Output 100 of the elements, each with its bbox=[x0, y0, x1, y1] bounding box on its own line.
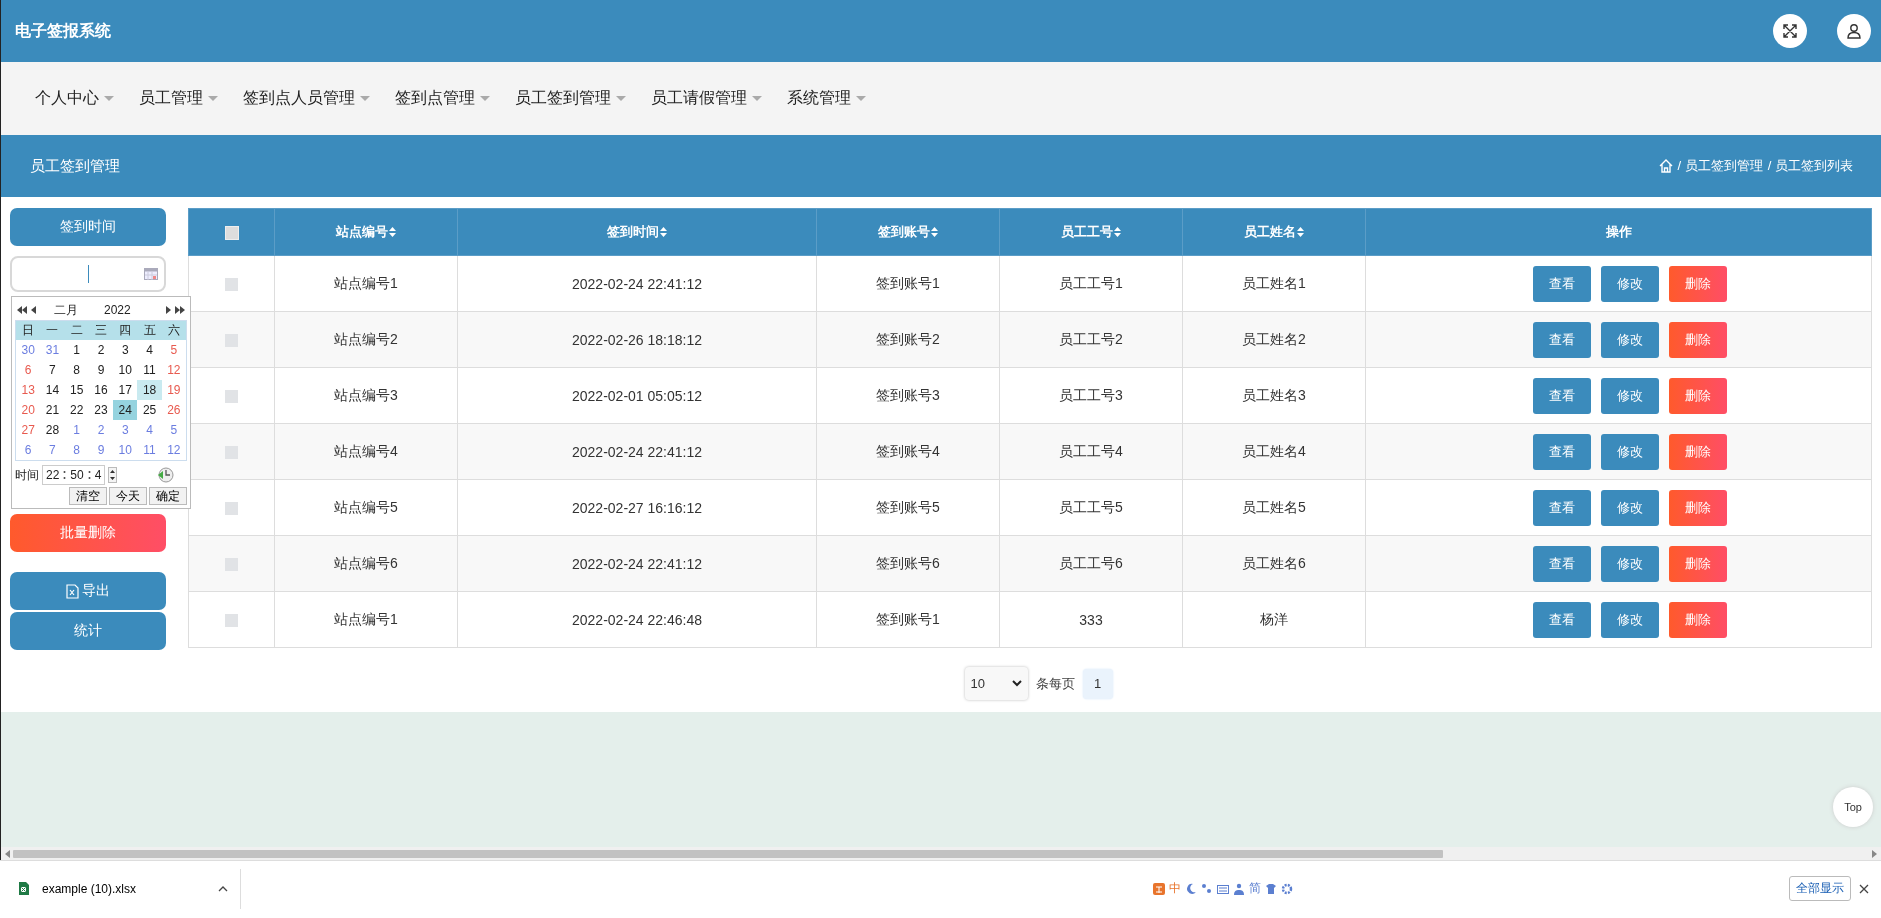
edit-button[interactable]: 修改 bbox=[1600, 601, 1659, 638]
calendar-day[interactable]: 2 bbox=[88, 420, 114, 440]
home-icon[interactable] bbox=[1658, 159, 1673, 173]
nav-menu-item[interactable]: 员工请假管理 bbox=[651, 84, 762, 113]
calendar-day[interactable]: 21 bbox=[40, 400, 65, 420]
input-method-logo-icon[interactable] bbox=[1153, 882, 1165, 895]
edit-button[interactable]: 修改 bbox=[1600, 321, 1659, 358]
column-header[interactable]: 签到账号 bbox=[878, 223, 938, 241]
calendar-day[interactable]: 14 bbox=[40, 380, 65, 400]
downloaded-file-item[interactable]: example (10).xlsx bbox=[18, 875, 218, 902]
user-button[interactable] bbox=[1837, 14, 1871, 48]
calendar-day[interactable]: 31 bbox=[40, 340, 65, 360]
time-input-field[interactable]: 22 50 4 bbox=[42, 465, 106, 485]
nav-menu-item[interactable]: 员工签到管理 bbox=[515, 84, 626, 113]
confirm-button[interactable]: 确定 bbox=[149, 487, 187, 505]
keyboard-icon[interactable] bbox=[1217, 882, 1229, 895]
scroll-left-icon[interactable] bbox=[5, 849, 10, 858]
calendar-day[interactable]: 25 bbox=[137, 400, 162, 420]
calendar-day[interactable]: 7 bbox=[40, 440, 65, 460]
delete-button[interactable]: 删除 bbox=[1668, 321, 1727, 358]
calendar-day[interactable]: 24 bbox=[113, 400, 138, 420]
fullscreen-button[interactable] bbox=[1773, 14, 1807, 48]
page-size-select[interactable]: 10 bbox=[964, 667, 1028, 700]
scroll-right-icon[interactable] bbox=[1872, 849, 1877, 858]
calendar-day[interactable]: 28 bbox=[40, 420, 65, 440]
nav-menu-item[interactable]: 签到点管理 bbox=[395, 84, 490, 113]
calendar-day[interactable]: 16 bbox=[88, 380, 114, 400]
calendar-day[interactable]: 3 bbox=[113, 420, 138, 440]
filter-label-button[interactable]: 签到时间 bbox=[10, 208, 166, 246]
calendar-day[interactable]: 4 bbox=[137, 340, 162, 360]
edit-button[interactable]: 修改 bbox=[1600, 433, 1659, 470]
calendar-day[interactable]: 3 bbox=[113, 340, 138, 360]
previous-year-button[interactable] bbox=[15, 306, 29, 314]
calendar-day[interactable]: 6 bbox=[16, 360, 41, 380]
calendar-day[interactable]: 1 bbox=[64, 340, 89, 360]
calendar-day[interactable]: 12 bbox=[161, 360, 186, 380]
edit-button[interactable]: 修改 bbox=[1600, 265, 1659, 302]
calendar-day[interactable]: 27 bbox=[16, 420, 41, 440]
clear-button[interactable]: 清空 bbox=[69, 487, 107, 505]
calendar-day[interactable]: 2 bbox=[88, 340, 114, 360]
edit-button[interactable]: 修改 bbox=[1600, 489, 1659, 526]
calendar-day[interactable]: 23 bbox=[88, 400, 114, 420]
show-all-button[interactable]: 全部显示 bbox=[1789, 876, 1851, 901]
month-label[interactable]: 二月 bbox=[54, 301, 78, 319]
column-header[interactable]: 员工姓名 bbox=[1244, 223, 1304, 241]
nav-menu-item[interactable]: 系统管理 bbox=[787, 84, 866, 113]
calendar-day[interactable]: 5 bbox=[161, 420, 186, 440]
input-mode-label[interactable]: 中 bbox=[1169, 880, 1181, 897]
page-button[interactable]: 1 bbox=[1082, 668, 1113, 699]
close-icon[interactable] bbox=[1859, 883, 1869, 894]
edit-button[interactable]: 修改 bbox=[1600, 377, 1659, 414]
breadcrumb-link[interactable]: / 员工签到管理 bbox=[1677, 157, 1763, 175]
calendar-day[interactable]: 8 bbox=[64, 440, 89, 460]
row-checkbox[interactable] bbox=[225, 390, 238, 404]
delete-button[interactable]: 删除 bbox=[1668, 433, 1727, 470]
calendar-day[interactable]: 26 bbox=[161, 400, 186, 420]
calendar-day[interactable]: 7 bbox=[40, 360, 65, 380]
next-year-button[interactable] bbox=[173, 306, 187, 314]
gear-icon[interactable] bbox=[1281, 882, 1293, 895]
user-icon[interactable] bbox=[1233, 882, 1245, 895]
calendar-day[interactable]: 13 bbox=[16, 380, 41, 400]
calendar-day[interactable]: 9 bbox=[88, 440, 114, 460]
calendar-day[interactable]: 4 bbox=[137, 420, 162, 440]
scrollbar-thumb[interactable] bbox=[13, 849, 1443, 858]
calendar-day[interactable]: 17 bbox=[113, 380, 138, 400]
column-header[interactable]: 员工工号 bbox=[1061, 223, 1121, 241]
view-button[interactable]: 查看 bbox=[1532, 377, 1591, 414]
view-button[interactable]: 查看 bbox=[1532, 601, 1591, 638]
nav-menu-item[interactable]: 签到点人员管理 bbox=[243, 84, 370, 113]
statistics-button[interactable]: 统计 bbox=[10, 612, 166, 650]
delete-button[interactable]: 删除 bbox=[1668, 489, 1727, 526]
calendar-day[interactable]: 8 bbox=[64, 360, 89, 380]
calendar-day[interactable]: 22 bbox=[64, 400, 89, 420]
calendar-day[interactable]: 18 bbox=[137, 380, 162, 400]
calendar-day[interactable]: 10 bbox=[113, 440, 138, 460]
row-checkbox[interactable] bbox=[225, 278, 238, 292]
calendar-day[interactable]: 6 bbox=[16, 440, 41, 460]
delete-button[interactable]: 删除 bbox=[1668, 545, 1727, 582]
export-button[interactable]: 导出 bbox=[10, 572, 166, 610]
calendar-day[interactable]: 5 bbox=[161, 340, 186, 360]
delete-button[interactable]: 删除 bbox=[1668, 601, 1727, 638]
year-label[interactable]: 2022 bbox=[104, 303, 131, 317]
previous-month-button[interactable] bbox=[29, 306, 38, 314]
date-input-field[interactable] bbox=[10, 256, 166, 292]
spinner-icon[interactable] bbox=[108, 467, 118, 483]
edit-button[interactable]: 修改 bbox=[1600, 545, 1659, 582]
batch-delete-button[interactable]: 批量删除 bbox=[10, 514, 166, 552]
nav-menu-item[interactable]: 个人中心 bbox=[35, 84, 114, 113]
next-month-button[interactable] bbox=[164, 306, 173, 314]
column-header[interactable]: 站点编号 bbox=[336, 223, 396, 241]
script-mode-label[interactable]: 简 bbox=[1249, 880, 1261, 897]
view-button[interactable]: 查看 bbox=[1532, 489, 1591, 526]
view-button[interactable]: 查看 bbox=[1532, 545, 1591, 582]
today-button[interactable]: 今天 bbox=[109, 487, 147, 505]
calendar-day[interactable]: 10 bbox=[113, 360, 138, 380]
calendar-day[interactable]: 11 bbox=[137, 440, 162, 460]
moon-icon[interactable] bbox=[1185, 882, 1197, 895]
view-button[interactable]: 查看 bbox=[1532, 433, 1591, 470]
calendar-day[interactable]: 15 bbox=[64, 380, 89, 400]
select-all-checkbox[interactable] bbox=[224, 225, 239, 240]
